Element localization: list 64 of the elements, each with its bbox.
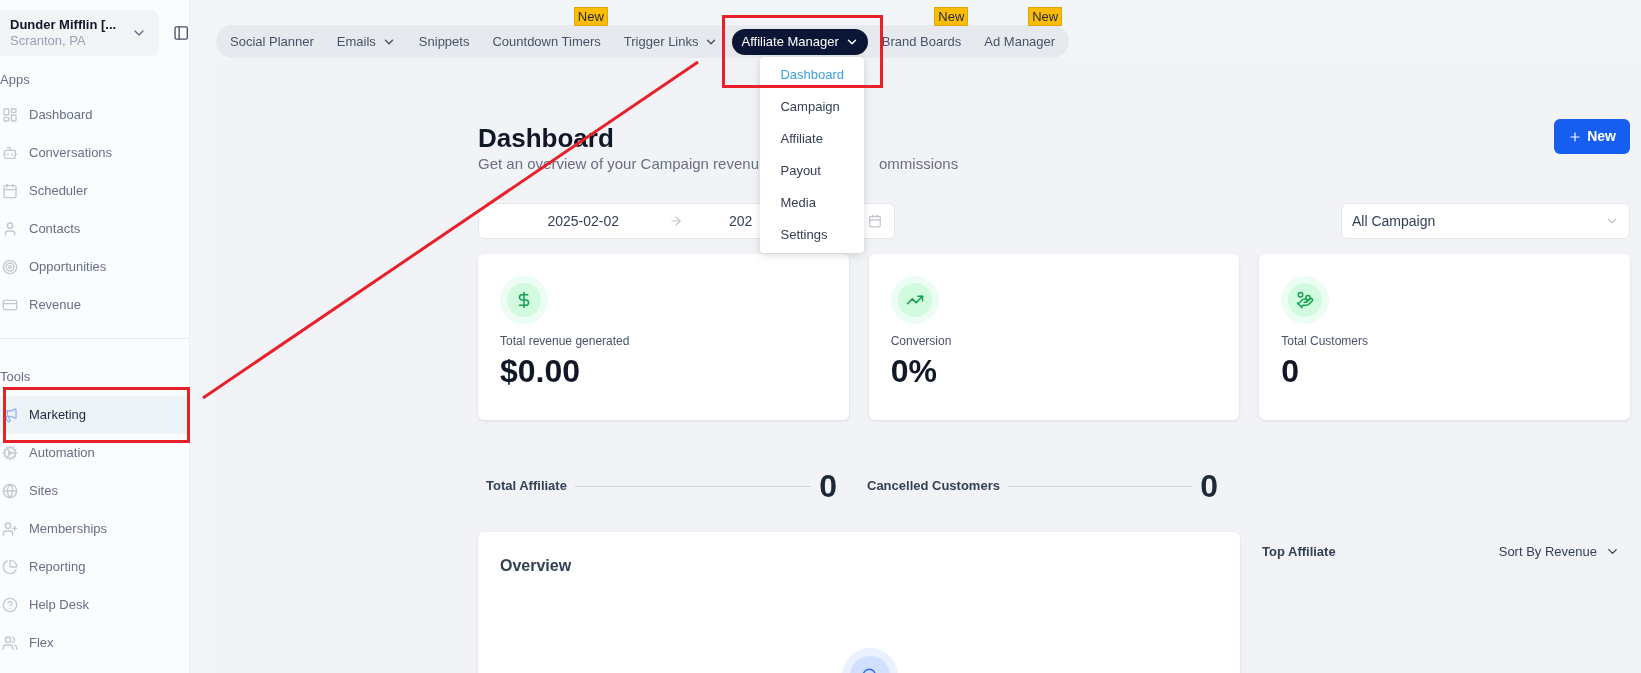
section-heading: Apps xyxy=(0,71,31,89)
stat-label: Total Affiliate xyxy=(486,477,567,496)
gear-icon xyxy=(2,445,18,461)
calendar-icon xyxy=(2,182,18,199)
metric-value: 0 xyxy=(1281,352,1301,391)
new-badge: New xyxy=(934,6,969,26)
sidebar-toggle-icon[interactable] xyxy=(172,24,189,42)
sidebar-item[interactable]: Memberships xyxy=(0,510,174,548)
menu-item[interactable]: Payout xyxy=(760,154,865,187)
plus-icon xyxy=(1568,129,1583,144)
nav-tab[interactable]: Emails xyxy=(327,28,405,55)
nav-tab[interactable]: Trigger Links xyxy=(614,28,728,55)
arrow-right-icon xyxy=(669,214,683,228)
menu-item[interactable]: Affiliate xyxy=(760,122,865,155)
sidebar-item[interactable]: Contacts xyxy=(0,209,174,248)
stat-label: Cancelled Customers xyxy=(867,477,1000,496)
nav-tab[interactable]: Snippets xyxy=(409,28,479,55)
new-button[interactable]: New xyxy=(1554,119,1630,154)
sidebar-item[interactable]: Dashboard xyxy=(0,95,174,134)
sidebar-item[interactable]: Sites xyxy=(0,472,174,510)
metric-label: Conversion xyxy=(890,333,953,350)
globe-icon xyxy=(2,483,18,499)
robot-icon xyxy=(2,144,18,161)
nav-tab[interactable]: Brand Boards xyxy=(872,28,971,55)
metric-label: Total revenue generated xyxy=(500,333,631,350)
pie-chart-icon xyxy=(2,559,18,575)
person-icon xyxy=(2,220,18,237)
sort-dropdown[interactable]: Sort By Revenue xyxy=(1498,542,1620,562)
trend-up-badge-icon xyxy=(890,276,939,324)
people-icon xyxy=(2,635,18,651)
metric-value: 0% xyxy=(890,352,938,391)
sidebar-item[interactable]: Opportunities xyxy=(0,247,174,286)
sidebar-item[interactable]: Flex xyxy=(0,624,174,662)
stat-value: 0 xyxy=(1200,467,1218,506)
people-icon xyxy=(2,521,18,537)
metric-value: $0.00 xyxy=(500,352,582,391)
nav-tab[interactable]: Social Planner xyxy=(221,28,323,55)
new-badge: New xyxy=(1028,6,1063,26)
sidebar-item[interactable]: Help Desk xyxy=(0,586,174,624)
nav-tab[interactable]: Countdown Timers xyxy=(483,28,610,55)
help-icon xyxy=(2,597,18,613)
section-title: Top Affiliate xyxy=(1262,543,1336,561)
sidebar-item[interactable]: Revenue xyxy=(0,285,174,324)
nav-tab[interactable]: Ad Manager xyxy=(975,28,1065,55)
sidebar-item[interactable]: Reporting xyxy=(0,548,174,586)
nav-tab[interactable]: Affiliate Manager xyxy=(732,28,868,55)
dashboard-icon xyxy=(2,106,18,123)
metric-label: Total Customers xyxy=(1281,333,1370,350)
new-badge: New xyxy=(573,6,608,26)
menu-item[interactable]: Campaign xyxy=(760,90,865,123)
target-icon xyxy=(2,258,18,275)
calendar-icon xyxy=(868,214,882,228)
account-switcher[interactable]: Dunder Mifflin [... Scranton, PA xyxy=(0,10,159,56)
page-subtitle: ommissions xyxy=(879,155,959,173)
dollar-badge-icon xyxy=(500,276,548,324)
sidebar-item[interactable]: Conversations xyxy=(0,133,174,172)
campaign-select[interactable]: All Campaign xyxy=(1341,203,1630,239)
sidebar-item[interactable]: Marketing xyxy=(0,396,189,434)
card-title: Overview xyxy=(500,556,573,576)
section-heading: Tools xyxy=(0,367,32,386)
sidebar-item[interactable]: Scheduler xyxy=(0,171,174,210)
sidebar-item[interactable]: Automation xyxy=(0,434,174,472)
stat-value: 0 xyxy=(819,467,837,506)
hand-coins-badge-icon xyxy=(1281,276,1330,324)
